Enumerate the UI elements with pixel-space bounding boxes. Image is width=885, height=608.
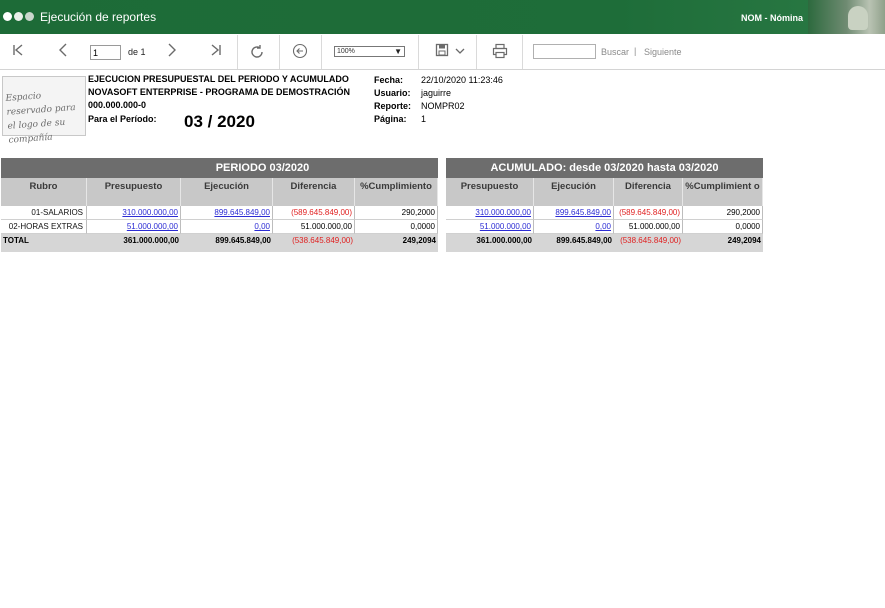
search-button[interactable]: Buscar (601, 47, 629, 57)
total-compliance: 249,2094 (727, 236, 761, 245)
zoom-select[interactable]: 100% ▼ (334, 46, 405, 57)
total-value: 361.000.000,00 (123, 236, 179, 245)
toolbar-divider (279, 35, 280, 69)
execution-link[interactable]: 0,00 (254, 222, 270, 231)
report-title-line: EJECUCION PRESUPUESTAL DEL PERIODO Y ACU… (88, 74, 349, 84)
last-page-icon[interactable] (207, 43, 225, 60)
meta-value: jaguirre (421, 88, 452, 98)
find-next-button[interactable]: Siguiente (644, 47, 682, 57)
compliance-value: 0,0000 (683, 220, 763, 234)
total-difference: (538.645.849,00) (620, 236, 681, 245)
col-header-cumplimiento: %Cumplimiento (355, 178, 438, 206)
total-value: 899.645.849,00 (215, 236, 271, 245)
budget-link[interactable]: 310.000.000,00 (122, 208, 178, 217)
back-icon[interactable] (291, 43, 309, 62)
total-difference: (538.645.849,00) (292, 236, 353, 245)
toolbar-divider (237, 35, 238, 69)
toolbar-separator: | (634, 46, 637, 56)
total-value: 899.645.849,00 (556, 236, 612, 245)
dot-icon (25, 12, 34, 21)
first-page-icon[interactable] (9, 43, 27, 60)
header-person-image (848, 6, 868, 30)
header-banner-image (808, 0, 885, 34)
compliance-value: 0,0000 (355, 220, 438, 234)
toolbar-divider (522, 35, 523, 69)
zoom-value: 100% (337, 48, 355, 55)
compliance-value: 290,2000 (683, 206, 763, 220)
total-value: 361.000.000,00 (476, 236, 532, 245)
execution-link[interactable]: 0,00 (595, 222, 611, 231)
report-title: EJECUCION PRESUPUESTAL DEL PERIODO Y ACU… (88, 73, 350, 112)
meta-value: NOMPR02 (421, 101, 465, 111)
difference-value: (589.645.849,00) (273, 206, 355, 220)
period-value: 03 / 2020 (184, 112, 255, 131)
meta-label: Fecha: (374, 75, 404, 85)
col-header-diferencia: Diferencia (273, 178, 355, 206)
group-header-accumulated: ACUMULADO: desde 03/2020 hasta 03/2020 (446, 158, 763, 178)
page-number-input[interactable] (90, 45, 121, 60)
table-row-rubro: 01-SALARIOS (1, 206, 87, 220)
app-menu-dots[interactable] (3, 12, 34, 21)
execution-link[interactable]: 899.645.849,00 (214, 208, 270, 217)
budget-link[interactable]: 51.000.000,00 (480, 222, 531, 231)
meta-value: 22/10/2020 11:23:46 (421, 75, 503, 85)
total-compliance: 249,2094 (402, 236, 436, 245)
col-header-rubro: Rubro (1, 178, 87, 206)
budget-link[interactable]: 310.000.000,00 (475, 208, 531, 217)
report-nit-line: 000.000.000-0 (88, 100, 147, 110)
meta-label: Reporte: (374, 101, 412, 111)
meta-value: 1 (421, 114, 427, 124)
next-page-icon[interactable] (163, 43, 181, 60)
dot-icon (3, 12, 12, 21)
window-title: Ejecución de reportes (40, 10, 157, 24)
search-input[interactable] (533, 44, 596, 59)
page-count-label: de 1 (128, 47, 146, 57)
col-header-presupuesto: Presupuesto (87, 178, 181, 206)
compliance-value: 290,2000 (355, 206, 438, 220)
toolbar-divider (418, 35, 419, 69)
save-icon[interactable] (433, 43, 451, 60)
col-header-presupuesto: Presupuesto (446, 178, 534, 206)
title-bar: Ejecución de reportes NOM - Nómina (0, 0, 885, 34)
execution-link[interactable]: 899.645.849,00 (555, 208, 611, 217)
col-header-cumplimiento: %Cumplimient o (683, 178, 763, 206)
total-label: TOTAL (3, 236, 29, 245)
meta-label: Página: (374, 114, 407, 124)
table-row-rubro: 02-HORAS EXTRAS (1, 220, 87, 234)
previous-page-icon[interactable] (54, 43, 72, 60)
difference-value: 51.000.000,00 (273, 220, 355, 234)
difference-value: 51.000.000,00 (614, 220, 683, 234)
meta-label: Usuario: (374, 88, 411, 98)
col-header-diferencia: Diferencia (614, 178, 683, 206)
group-header-period: PERIODO 03/2020 (87, 158, 438, 178)
col-header-ejecucion: Ejecución (534, 178, 614, 206)
difference-value: (589.645.849,00) (614, 206, 683, 220)
group-header-blank (1, 158, 87, 178)
report-meta-labels: Fecha: Usuario: Reporte: Página: (374, 74, 411, 126)
period-label: Para el Período: (88, 114, 157, 124)
toolbar-divider (476, 35, 477, 69)
dot-icon (14, 12, 23, 21)
budget-link[interactable]: 51.000.000,00 (127, 222, 178, 231)
table-gap (438, 158, 446, 252)
logo-text: Espacio reservado para el logo de su com… (5, 91, 76, 146)
report-company-line: NOVASOFT ENTERPRISE - PROGRAMA DE DEMOST… (88, 87, 351, 97)
print-icon[interactable] (491, 43, 509, 62)
col-header-ejecucion: Ejecución (181, 178, 273, 206)
refresh-icon[interactable] (248, 43, 266, 64)
toolbar-divider (321, 35, 322, 69)
chevron-down-icon: ▼ (394, 47, 402, 56)
module-label: NOM - Nómina (741, 13, 803, 23)
chevron-down-icon[interactable] (451, 43, 469, 59)
logo-placeholder: Espacio reservado para el logo de su com… (2, 76, 86, 146)
report-meta-values: 22/10/2020 11:23:46 jaguirre NOMPR02 1 (421, 74, 503, 126)
